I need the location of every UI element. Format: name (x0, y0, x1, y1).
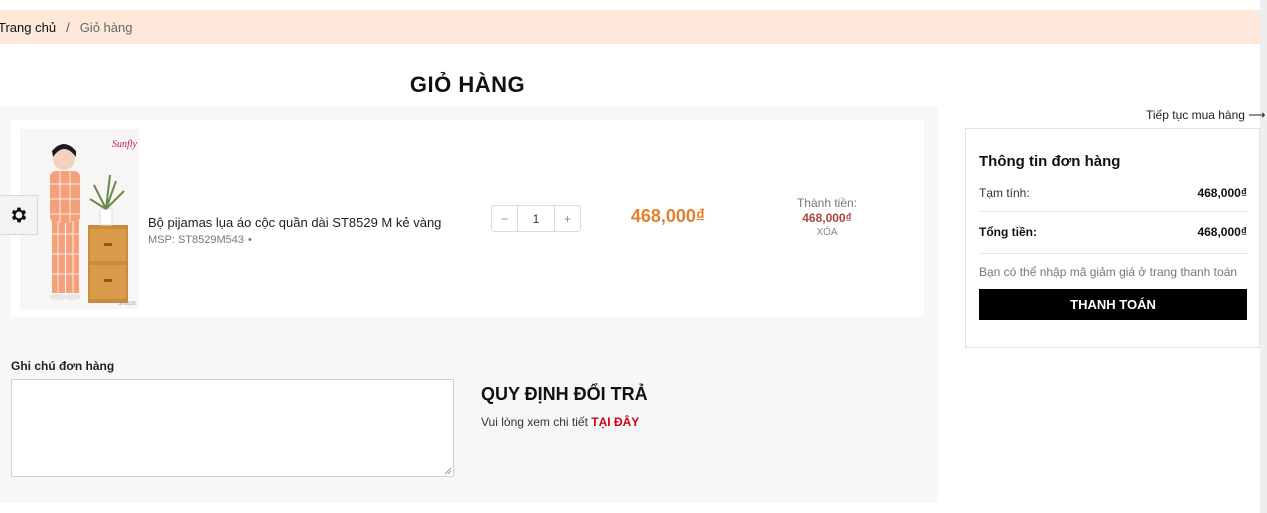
sku-dot: • (248, 234, 252, 246)
summary-divider (979, 253, 1247, 254)
breadcrumb-current: Giỏ hàng (79, 19, 133, 35)
breadcrumb-separator: / (66, 19, 70, 35)
settings-button[interactable] (0, 195, 38, 235)
total-value: 468,000₫ (1197, 225, 1247, 239)
quantity-input[interactable]: 1 (518, 212, 554, 226)
breadcrumb: Trang chủ / Giỏ hàng (0, 10, 1260, 44)
gear-icon (11, 207, 26, 223)
subtotal-value: 468,000₫ (1197, 186, 1247, 200)
line-total: Thành tiền: 468,000₫ XÓA (781, 196, 873, 238)
order-summary: Thông tin đơn hàng Tạm tính: 468,000₫ Tổ… (965, 128, 1260, 348)
image-code-text: ST8529 (118, 301, 136, 307)
subtotal-row: Tạm tính: 468,000₫ (979, 186, 1247, 200)
summary-divider (979, 211, 1247, 212)
subtotal-label: Tạm tính: (979, 186, 1030, 200)
total-row: Tổng tiền: 468,000₫ (979, 225, 1247, 239)
cart-area: Sunfly ST8529 Bộ pijamas lụa áo cộc quần… (0, 107, 938, 503)
quantity-decrease-button[interactable]: − (492, 206, 518, 231)
image-brand-text: Sunfly (112, 139, 138, 150)
return-policy-link[interactable]: TẠI ĐÂY (591, 415, 639, 429)
page-scrollbar[interactable] (1260, 0, 1267, 513)
order-note-textarea[interactable] (11, 379, 454, 477)
return-policy-title: QUY ĐỊNH ĐỔI TRẢ (481, 384, 648, 404)
line-total-label: Thành tiền: (796, 196, 858, 210)
checkout-button[interactable]: THANH TOÁN (979, 289, 1247, 320)
discount-hint: Bạn có thể nhập mã giảm giá ở trang than… (979, 265, 1238, 279)
resize-grip-icon[interactable] (444, 467, 452, 475)
product-sku-text: MSP: ST8529M543 (148, 234, 244, 246)
return-policy-text: Vui lòng xem chi tiết TẠI ĐÂY (481, 415, 639, 429)
unit-price: 468,000₫ (630, 206, 706, 226)
line-total-amount: 468,000₫ (802, 211, 852, 225)
product-sku: MSP: ST8529M543 • (148, 234, 252, 246)
return-policy-desc: Vui lòng xem chi tiết (481, 415, 588, 429)
cart-item: Sunfly ST8529 Bộ pijamas lụa áo cộc quần… (11, 120, 924, 317)
breadcrumb-home-link[interactable]: Trang chủ (0, 20, 56, 35)
page-title: GIỎ HÀNG (409, 72, 526, 97)
continue-shopping-link[interactable]: Tiếp tục mua hàng ⟶ (1146, 108, 1265, 122)
quantity-stepper: − 1 + (491, 205, 581, 232)
total-label: Tổng tiền: (979, 225, 1037, 239)
product-name-link[interactable]: Bộ pijamas lụa áo cộc quần dài ST8529 M … (148, 215, 441, 230)
order-note-label: Ghi chú đơn hàng (11, 359, 115, 373)
order-summary-title: Thông tin đơn hàng (979, 153, 1121, 170)
top-strip (0, 0, 1260, 10)
quantity-increase-button[interactable]: + (554, 206, 580, 231)
remove-item-button[interactable]: XÓA (781, 227, 873, 238)
